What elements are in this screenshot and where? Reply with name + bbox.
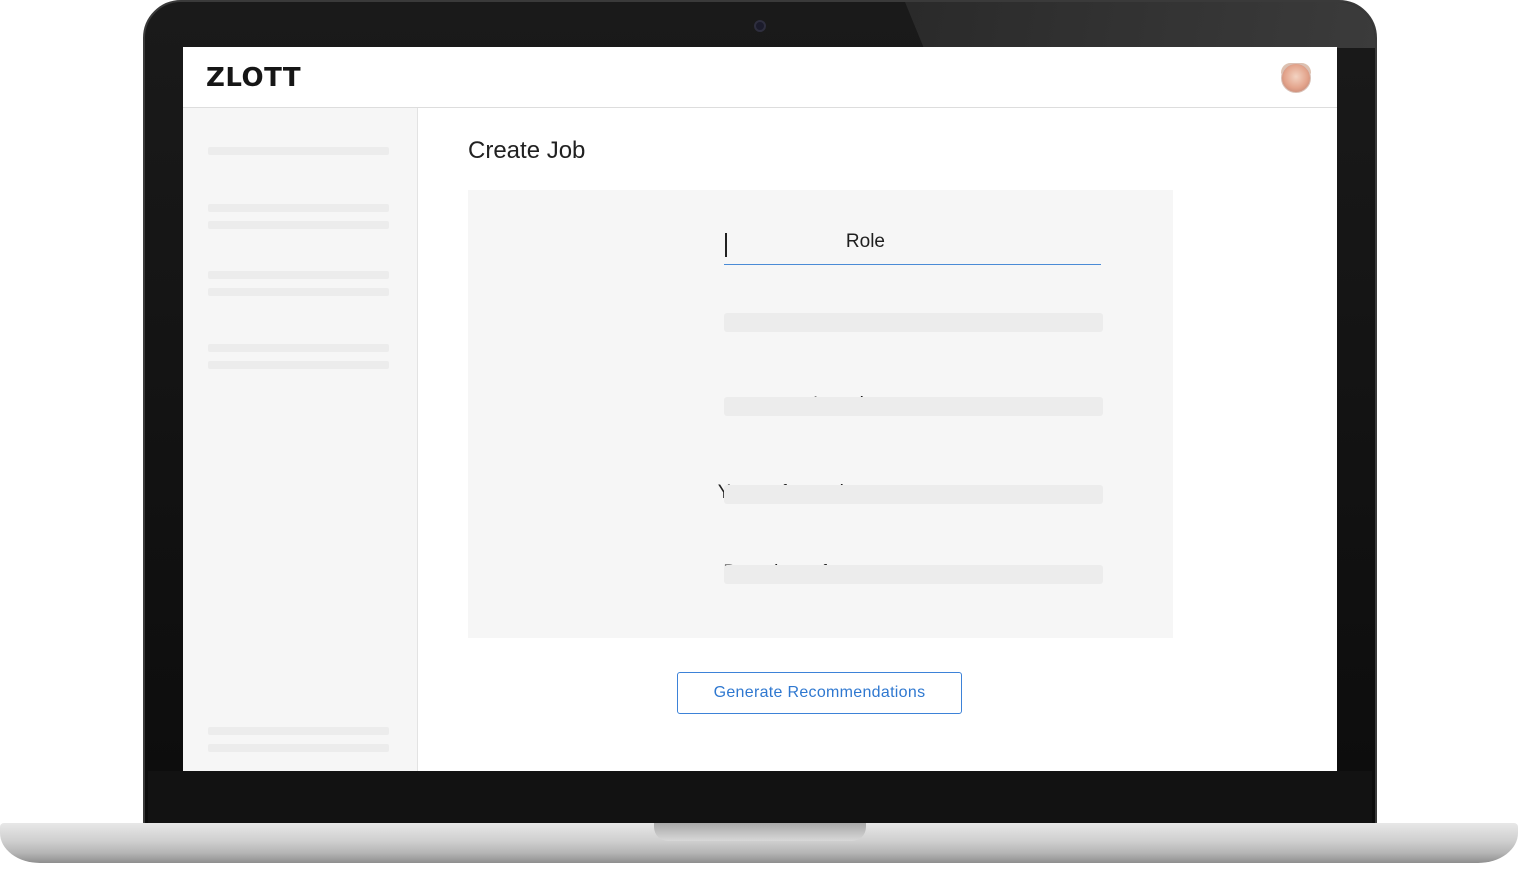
sidebar-skeleton-line: [208, 744, 389, 752]
sidebar-skeleton-line: [208, 361, 389, 369]
sidebar-skeleton-line: [208, 147, 389, 155]
sidebar-skeleton-line: [208, 271, 389, 279]
sidebar-skeleton-line: [208, 221, 389, 229]
sidebar-skeleton-line: [208, 288, 389, 296]
sidebar: [183, 108, 418, 771]
sidebar-skeleton-line: [208, 344, 389, 352]
app-screen: ZLOTT Create Job Role Skills Location Ye…: [183, 47, 1337, 771]
skills-input[interactable]: [724, 313, 1103, 332]
bezel-glare: [905, 2, 1375, 48]
laptop-chin: [148, 771, 1372, 825]
years-experience-input[interactable]: [724, 485, 1103, 504]
sidebar-skeleton-line: [208, 204, 389, 212]
top-bar: ZLOTT: [183, 47, 1337, 108]
text-cursor: [725, 233, 727, 257]
location-input[interactable]: [724, 397, 1103, 416]
role-input[interactable]: [724, 227, 1101, 265]
webcam-icon: [754, 20, 766, 32]
user-avatar-icon[interactable]: [1281, 63, 1311, 93]
page-title: Create Job: [468, 137, 586, 164]
generate-recommendations-button[interactable]: Generate Recommendations: [677, 672, 962, 714]
app-logo[interactable]: ZLOTT: [206, 63, 301, 93]
sidebar-skeleton-line: [208, 727, 389, 735]
laptop-notch: [654, 823, 866, 841]
domain-preference-input[interactable]: [724, 565, 1103, 584]
